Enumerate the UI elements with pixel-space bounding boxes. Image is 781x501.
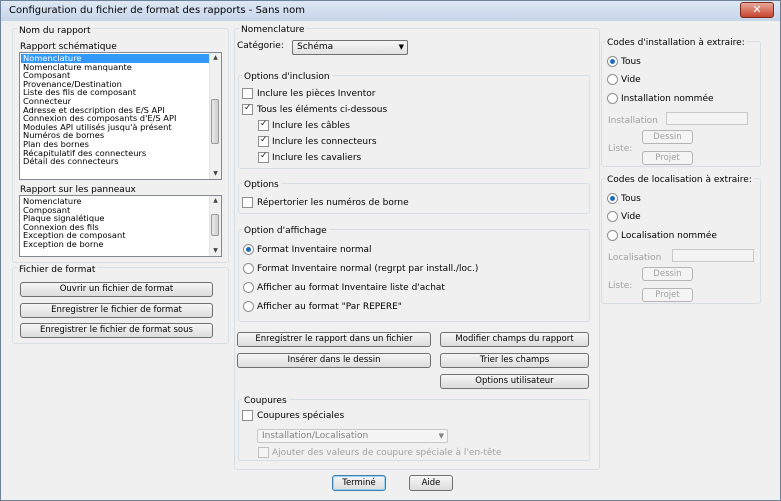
cuts-type-select[interactable]: Installation/Localisation ▼ [257,429,448,443]
location-codes-legend: Codes de localisation à extraire: [605,175,754,185]
location-option-radio[interactable] [607,211,618,222]
display-option-label: Format Inventaire normal (regrpt par ins… [257,264,479,274]
install-option-radio[interactable] [607,74,618,85]
list-item[interactable]: Détail des connecteurs [21,157,209,166]
location-option-label: Vide [621,212,641,222]
display-option-radio[interactable] [243,263,254,274]
location-option-label: Localisation nommée [621,231,717,241]
location-option-label: Tous [621,194,641,204]
scroll-down-icon[interactable]: ▼ [210,169,221,179]
done-button[interactable]: Terminé [332,475,386,491]
install-option-radio[interactable] [607,56,618,67]
cuts-type-value: Installation/Localisation [262,431,369,441]
schematic-items: Nomenclature Nomenclature manquante Compos… [21,54,209,166]
include-all-checkbox[interactable] [242,103,253,115]
add-cut-values-checkbox[interactable] [258,447,269,458]
scroll-up-icon[interactable]: ▲ [210,53,221,63]
location-drawing-button[interactable]: Dessin [642,267,693,281]
special-cuts-checkbox[interactable] [242,410,253,421]
panel-items: Nomenclature Composant Plaque signalétique… [21,197,209,249]
install-option-label: Installation nommée [621,94,714,104]
include-inventor-checkbox[interactable] [242,88,253,99]
scroll-down-icon[interactable]: ▼ [210,246,221,256]
bom-legend: Nomenclature [239,25,307,35]
report-format-dialog: Configuration du fichier de format des r… [0,0,781,501]
save-format-file-button[interactable]: Enregistrer le fichier de format [20,303,213,318]
include-cables-checkbox[interactable] [258,119,269,131]
sort-fields-button[interactable]: Trier les champs [440,353,589,368]
include-jumpers-label: Inclure les cavaliers [272,153,362,163]
scroll-thumb[interactable] [211,214,219,236]
display-option-radio[interactable] [243,301,254,312]
help-button[interactable]: Aide [409,475,453,491]
panel-report-list[interactable]: Nomenclature Composant Plaque signalétique… [19,195,222,257]
installation-field[interactable] [666,112,748,125]
display-options-legend: Option d'affichage [242,226,329,236]
insert-in-drawing-button[interactable]: Insérer dans le dessin [237,353,431,368]
format-file-legend: Fichier de format [17,265,98,275]
close-button[interactable]: ✕ [740,2,774,18]
panel-scrollbar[interactable]: ▲ ▼ [209,196,221,256]
display-option-label: Afficher au format "Par REPERE" [257,302,402,312]
install-option-label: Tous [621,57,641,67]
category-value: Schéma [297,42,334,52]
display-option-label: Afficher au format Inventaire liste d'ac… [257,283,445,293]
list-terminals-label: Répertorier les numéros de borne [257,198,409,208]
category-select[interactable]: Schéma ▼ [292,40,408,55]
location-field[interactable] [672,249,754,262]
location-option-radio[interactable] [607,230,618,241]
inclusion-options-legend: Options d'inclusion [242,72,332,82]
install-list-label: Liste: [608,144,633,154]
schematic-report-list[interactable]: Nomenclature Nomenclature manquante Compos… [19,52,222,180]
chevron-down-icon: ▼ [398,43,404,51]
cuts-legend: Coupures [242,396,289,406]
window-title: Configuration du fichier de format des r… [9,5,305,16]
open-format-file-button[interactable]: Ouvrir un fichier de format [20,282,213,297]
schematic-scrollbar[interactable]: ▲ ▼ [209,53,221,179]
title-bar: Configuration du fichier de format des r… [1,1,780,21]
install-option-label: Vide [621,75,641,85]
install-drawing-button[interactable]: Dessin [642,130,693,144]
list-item[interactable]: Exception de borne [21,240,209,249]
include-connectors-checkbox[interactable] [258,135,269,147]
display-option-radio[interactable] [243,244,254,255]
location-option-radio[interactable] [607,193,618,204]
display-option-radio[interactable] [243,282,254,293]
report-name-legend: Nom du rapport [17,26,93,36]
chevron-down-icon: ▼ [438,432,444,440]
modify-report-fields-button[interactable]: Modifier champs du rapport [440,332,589,347]
save-report-to-file-button[interactable]: Enregistrer le rapport dans un fichier [237,332,431,347]
schematic-report-label: Rapport schématique [20,42,117,52]
add-cut-values-label: Ajouter des valeurs de coupure spéciale … [272,448,502,458]
include-all-label: Tous les éléments ci-dessous [257,105,388,115]
location-project-button[interactable]: Projet [642,288,693,302]
install-project-button[interactable]: Projet [642,151,693,165]
special-cuts-label: Coupures spéciales [257,411,345,421]
location-field-label: Localisation [608,253,662,263]
scroll-up-icon[interactable]: ▲ [210,196,221,206]
include-cables-label: Inclure les câbles [272,121,350,131]
list-terminals-checkbox[interactable] [242,197,253,208]
save-format-file-as-button[interactable]: Enregistrer le fichier de format sous [20,323,213,338]
scroll-thumb[interactable] [211,99,219,144]
include-jumpers-checkbox[interactable] [258,151,269,163]
install-codes-legend: Codes d'installation à extraire: [605,38,747,48]
location-list-label: Liste: [608,281,633,291]
install-option-radio[interactable] [607,93,618,104]
include-inventor-label: Inclure les pièces Inventor [257,89,376,99]
options-legend: Options [242,180,281,190]
installation-field-label: Installation [608,116,658,126]
include-connectors-label: Inclure les connecteurs [272,137,377,147]
category-label: Catégorie: [237,41,284,51]
panel-report-label: Rapport sur les panneaux [20,185,136,195]
user-options-button[interactable]: Options utilisateur [440,374,589,389]
display-option-label: Format Inventaire normal [257,245,372,255]
